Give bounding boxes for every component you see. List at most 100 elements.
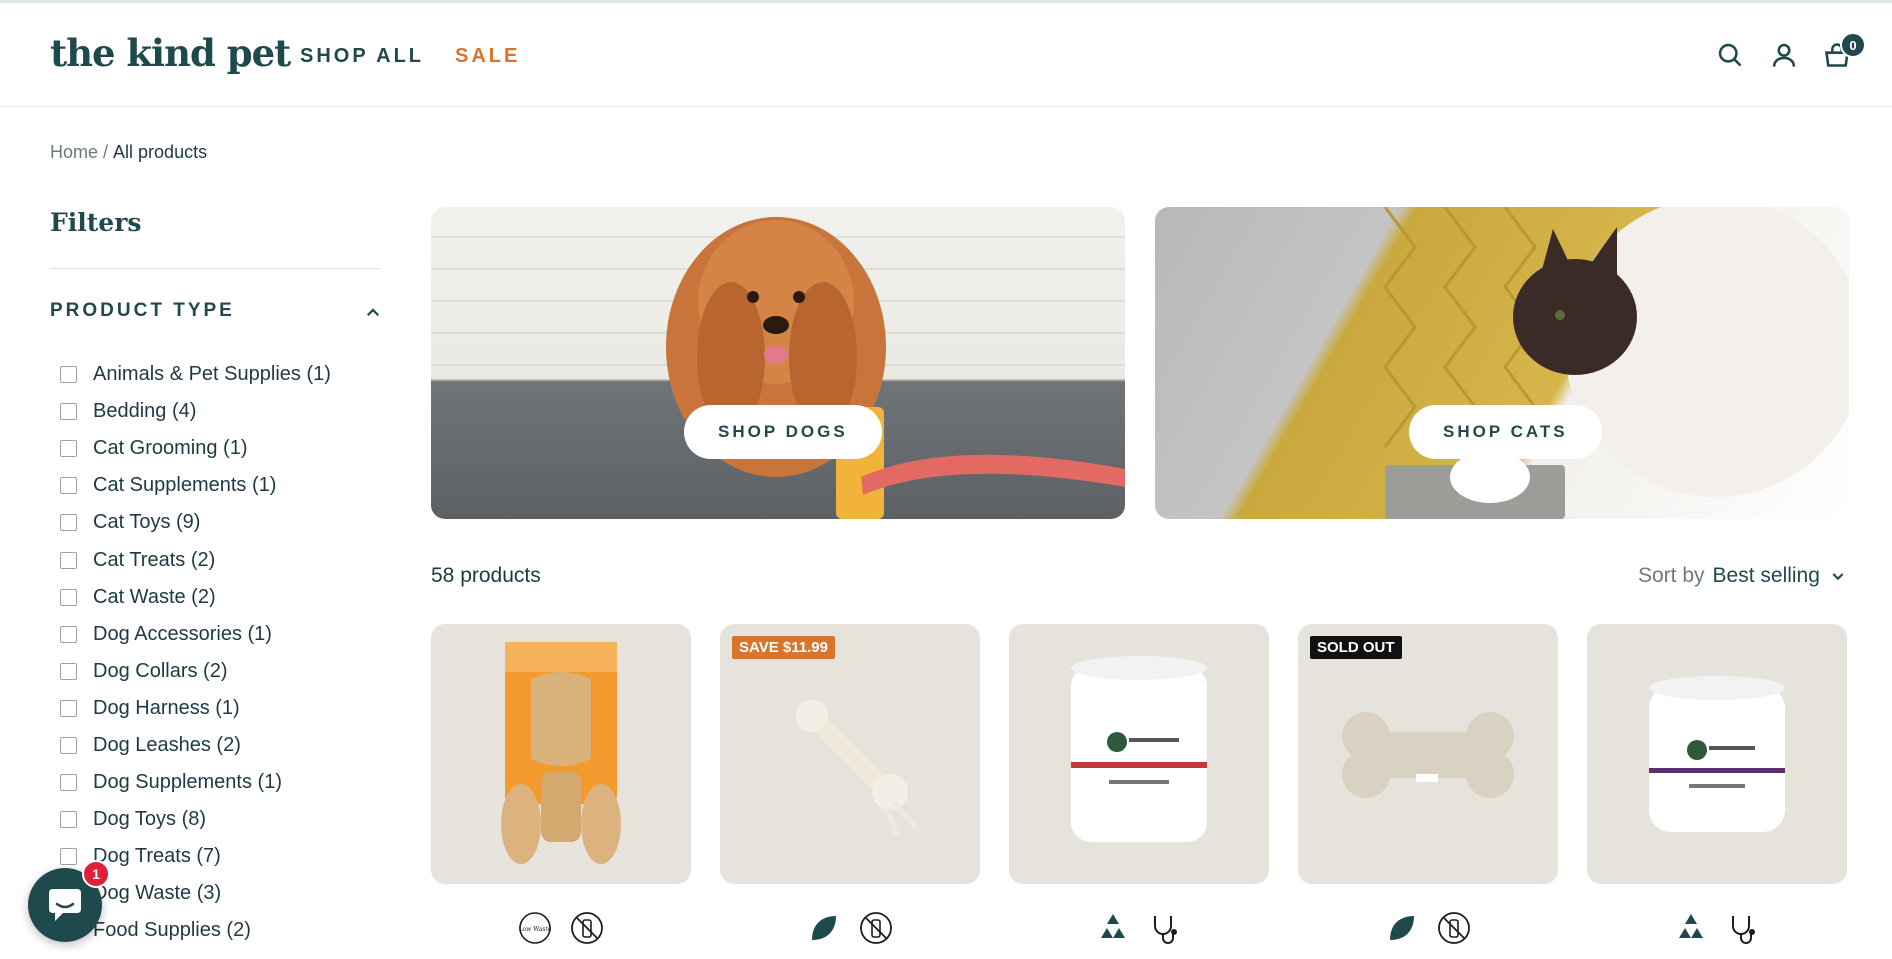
leaf-icon [1390, 916, 1414, 940]
sale-badge: SAVE $11.99 [732, 636, 835, 659]
chevron-up-icon[interactable] [364, 304, 382, 322]
leaf-icon [812, 916, 836, 940]
vet-stethoscope-icon [1732, 916, 1755, 944]
breadcrumb-home[interactable]: Home [50, 142, 98, 162]
nav-sale[interactable]: SALE [455, 45, 520, 68]
product-image [1649, 676, 1785, 832]
site-logo[interactable]: the kind pet [50, 31, 291, 75]
filter-option-label: Food Supplies (2) [93, 919, 251, 942]
chat-unread-badge: 1 [82, 860, 110, 888]
filter-option[interactable]: Cat Treats (2) [60, 541, 390, 578]
shop-cats-banner[interactable]: SHOP CATS [1155, 207, 1849, 519]
checkbox[interactable] [60, 588, 77, 606]
filter-option-label: Dog Toys (8) [93, 808, 207, 831]
filter-option[interactable]: Cat Waste (2) [60, 579, 390, 616]
product-image [1342, 712, 1514, 798]
filter-option-label: Dog Harness (1) [93, 696, 240, 719]
no-plastic-icon [571, 912, 603, 944]
recycle-icon [1101, 914, 1125, 938]
sort-label: Sort by [1638, 564, 1705, 587]
product-card[interactable] [1587, 624, 1847, 884]
chat-bubble-icon [49, 889, 81, 921]
filter-option-label: Cat Treats (2) [93, 548, 216, 571]
checkbox[interactable] [60, 662, 77, 680]
cart-count-badge: 0 [1840, 32, 1866, 58]
checkbox[interactable] [60, 774, 77, 792]
checkbox[interactable] [60, 736, 77, 754]
filter-option-label: Bedding (4) [93, 400, 197, 423]
product-attribute-icons: Low Waste [431, 910, 691, 946]
product-type-toggle[interactable]: PRODUCT TYPE [50, 300, 235, 322]
filter-option-label: Cat Grooming (1) [93, 437, 248, 460]
low-waste-icon: Low Waste [519, 912, 552, 944]
filter-option-label: Cat Waste (2) [93, 585, 216, 608]
checkbox[interactable] [60, 625, 77, 643]
shop-dogs-button[interactable]: SHOP DOGS [684, 405, 882, 459]
shop-dogs-banner[interactable]: SHOP DOGS [431, 207, 1125, 519]
search-icon[interactable] [1716, 41, 1744, 69]
filter-option-label: Cat Supplements (1) [93, 474, 277, 497]
product-image [1071, 656, 1207, 842]
filters-title: Filters [50, 208, 142, 237]
checkbox[interactable] [60, 477, 77, 495]
filter-option-label: Dog Supplements (1) [93, 771, 282, 794]
product-count: 58 products [431, 564, 541, 587]
shop-cats-button[interactable]: SHOP CATS [1409, 405, 1602, 459]
filter-option-label: Cat Toys (9) [93, 511, 201, 534]
filter-option[interactable]: Food Supplies (2) [60, 912, 390, 949]
nav-shop-all[interactable]: SHOP ALL [300, 45, 424, 68]
product-image [501, 642, 621, 864]
filter-option[interactable]: Cat Grooming (1) [60, 430, 390, 467]
checkbox[interactable] [60, 811, 77, 829]
sold-out-badge: SOLD OUT [1310, 636, 1402, 659]
product-type-filter-list: Animals & Pet Supplies (1) Bedding (4) C… [60, 356, 390, 950]
product-card[interactable] [1009, 624, 1269, 884]
breadcrumb-current: All products [113, 142, 208, 162]
checkbox[interactable] [60, 699, 77, 717]
sort-value: Best selling [1712, 564, 1820, 587]
recycle-icon [1679, 914, 1703, 938]
checkbox[interactable] [60, 551, 77, 569]
filter-option[interactable]: Dog Collars (2) [60, 653, 390, 690]
product-attribute-icons [1009, 910, 1269, 946]
filter-option[interactable]: Animals & Pet Supplies (1) [60, 356, 390, 393]
filter-option[interactable]: Cat Toys (9) [60, 504, 390, 541]
checkbox[interactable] [60, 848, 77, 866]
breadcrumb: Home / All products [50, 142, 207, 163]
filter-option-label: Dog Accessories (1) [93, 622, 272, 645]
no-plastic-icon [1438, 912, 1470, 944]
product-card[interactable]: SAVE $11.99 [720, 624, 980, 884]
site-header: the kind pet SHOP ALL SALE [0, 3, 1892, 107]
filters-divider [50, 268, 381, 269]
account-icon[interactable] [1770, 41, 1798, 69]
filter-option[interactable]: Dog Waste (3) [60, 875, 390, 912]
filter-option[interactable]: Dog Supplements (1) [60, 764, 390, 801]
product-attribute-icons [1298, 910, 1558, 946]
filter-option[interactable]: Bedding (4) [60, 393, 390, 430]
product-image [796, 700, 918, 837]
filter-option-label: Dog Treats (7) [93, 845, 221, 868]
checkbox[interactable] [60, 440, 77, 458]
cat-photo-illustration [1383, 207, 1849, 519]
filter-option-label: Dog Collars (2) [93, 659, 228, 682]
product-attribute-icons [1587, 910, 1847, 946]
low-waste-label: Low Waste [519, 926, 552, 933]
filter-option[interactable]: Dog Harness (1) [60, 690, 390, 727]
checkbox[interactable] [60, 403, 77, 421]
filter-option-label: Animals & Pet Supplies (1) [93, 363, 331, 386]
filter-option[interactable]: Dog Toys (8) [60, 801, 390, 838]
product-attribute-icons [720, 910, 980, 946]
product-card[interactable] [431, 624, 691, 884]
checkbox[interactable] [60, 366, 77, 384]
dog-photo-illustration [431, 217, 1125, 519]
no-plastic-icon [860, 912, 892, 944]
filter-option[interactable]: Cat Supplements (1) [60, 467, 390, 504]
filter-option-label: Dog Leashes (2) [93, 733, 241, 756]
sort-dropdown[interactable]: Sort by Best selling [1638, 564, 1846, 588]
product-card[interactable]: SOLD OUT [1298, 624, 1558, 884]
chevron-down-icon [1832, 573, 1844, 581]
checkbox[interactable] [60, 514, 77, 532]
filter-option[interactable]: Dog Leashes (2) [60, 727, 390, 764]
breadcrumb-separator: / [103, 142, 109, 162]
filter-option[interactable]: Dog Accessories (1) [60, 616, 390, 653]
